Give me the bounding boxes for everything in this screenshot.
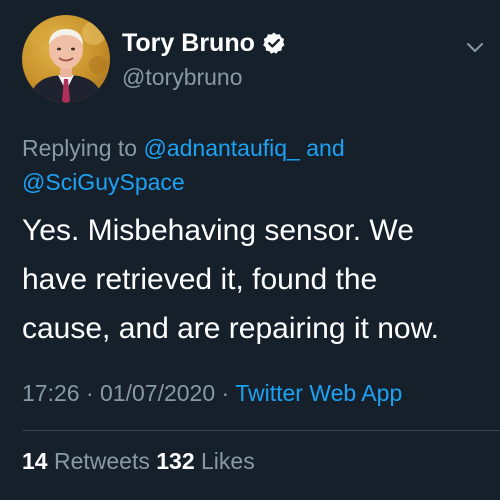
- mention-link-sciguyspace[interactable]: @SciGuySpace: [22, 169, 185, 195]
- replying-to-label: Replying to: [22, 135, 138, 161]
- retweets-label: Retweets: [53, 448, 150, 474]
- retweets-stat[interactable]: 14 Retweets: [22, 448, 150, 474]
- likes-stat[interactable]: 132 Likes: [156, 448, 254, 474]
- author-display-name[interactable]: Tory Bruno: [122, 26, 255, 60]
- tweet-text-line: have retrieved it, found the: [22, 263, 378, 296]
- replying-to-line-2: @SciGuySpace: [22, 167, 185, 197]
- tweet-card: Tory Bruno @torybruno Replying to @adnan…: [0, 0, 500, 500]
- tweet-time[interactable]: 17:26: [22, 380, 80, 406]
- author-name-row[interactable]: Tory Bruno: [122, 26, 286, 60]
- likes-count: 132: [156, 448, 195, 474]
- tweet-metadata: 17:26 · 01/07/2020 · Twitter Web App: [22, 378, 402, 408]
- replying-to-line: Replying to @adnantaufiq_ and: [22, 133, 345, 163]
- chevron-down-icon[interactable]: [464, 36, 486, 58]
- divider: [22, 430, 500, 431]
- author-handle[interactable]: @torybruno: [122, 62, 243, 92]
- meta-separator: ·: [221, 380, 230, 406]
- retweets-count: 14: [22, 448, 48, 474]
- tweet-text-line: Yes. Misbehaving sensor. We: [22, 214, 414, 247]
- tweet-text-line: cause, and are repairing it now.: [22, 312, 439, 345]
- tweet-date[interactable]: 01/07/2020: [100, 380, 215, 406]
- verified-badge-icon: [262, 31, 286, 55]
- tweet-text: Yes. Misbehaving sensor. We have retriev…: [22, 212, 492, 359]
- avatar[interactable]: [22, 15, 110, 103]
- tweet-stats: 14 Retweets 132 Likes: [22, 446, 255, 476]
- likes-label: Likes: [201, 448, 255, 474]
- meta-separator: ·: [85, 380, 94, 406]
- mention-conjunction: and: [306, 135, 345, 161]
- avatar-image: [28, 21, 107, 103]
- tweet-source-link[interactable]: Twitter Web App: [235, 380, 402, 406]
- mention-link-adnantaufiq[interactable]: @adnantaufiq_: [143, 135, 299, 161]
